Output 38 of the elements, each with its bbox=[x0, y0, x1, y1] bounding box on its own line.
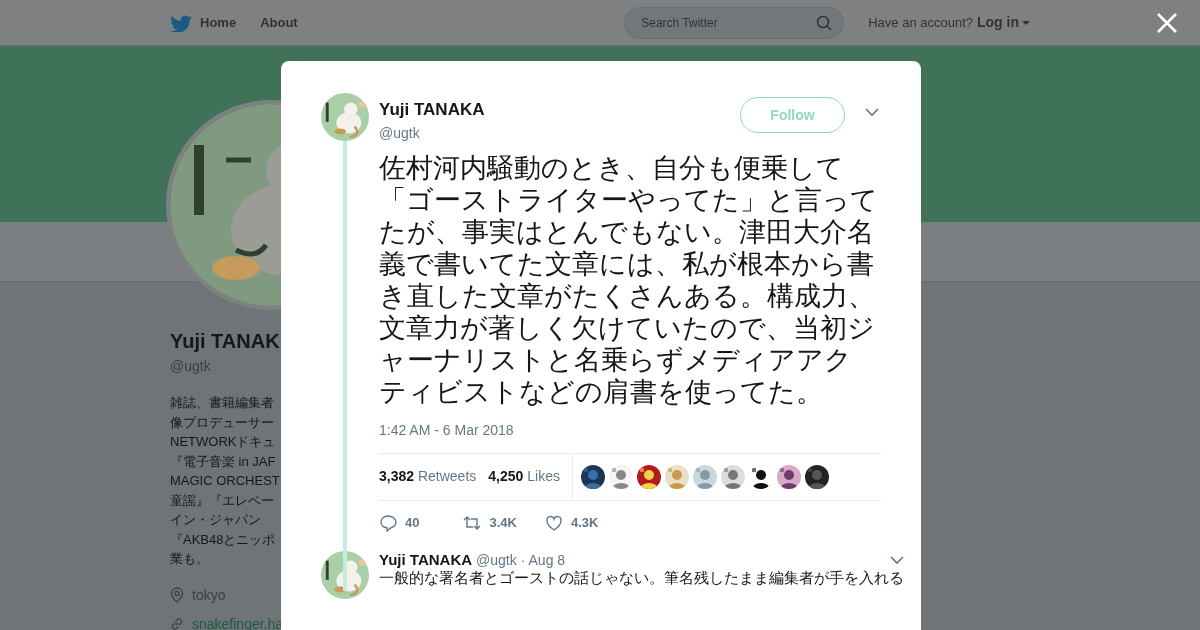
close-icon[interactable] bbox=[1156, 12, 1178, 34]
bio-line: MAGIC ORCHEST bbox=[170, 472, 281, 490]
action-button[interactable]: 4.3K bbox=[544, 512, 599, 533]
tweet-date[interactable]: · Aug 8 bbox=[520, 550, 566, 569]
tweet-text: 佐村河内騒動のとき、自分も便乗して「ゴーストライターやってた」と言ってたが、事実はとんでもない。津田大介名義で書いてた文章には、私が根本から書き直した文章がたくさんある。構成力、文章力が著しく欠けていたので、当初ジャーナリストと名乗らずメディアアクティビストなどの肩書を使ってた。 bbox=[379, 151, 879, 408]
nav-link-item[interactable]: About bbox=[260, 12, 298, 33]
tweet-timestamp[interactable]: 1:42 AM - 6 Mar 2018 bbox=[379, 419, 881, 441]
bio-line: 像プロデューサー bbox=[170, 413, 275, 432]
link-icon bbox=[170, 617, 184, 630]
bird-icon bbox=[170, 13, 192, 32]
login-link[interactable]: Log in bbox=[977, 12, 1030, 33]
bio-line: NETWORKドキュ bbox=[170, 433, 277, 451]
stat-link[interactable]: 3,382 Retweets bbox=[379, 466, 477, 487]
stat-link[interactable]: 4,250 Likes bbox=[488, 466, 560, 487]
reply-text: 一般的な署名者とゴーストの話じゃない。筆名残したまま編集者が手を入れる bbox=[379, 568, 904, 587]
author-handle: @ugtk bbox=[476, 550, 517, 569]
location-pin-icon bbox=[170, 587, 184, 603]
nav-link-item[interactable]: Home bbox=[200, 12, 237, 33]
bio-line: 雑誌、書籍編集者 bbox=[170, 394, 275, 412]
search-icon[interactable] bbox=[816, 14, 833, 31]
author-name[interactable]: Yuji TANAKA bbox=[379, 97, 740, 123]
author-name[interactable]: Yuji TANAKA bbox=[379, 550, 473, 569]
bio-line: イン・ジャパン bbox=[170, 511, 262, 529]
chevron-down-icon[interactable] bbox=[890, 554, 904, 565]
heart-icon bbox=[544, 513, 563, 532]
bio-line: 『電子音楽 in JAF bbox=[170, 452, 277, 471]
action-button[interactable]: 3.4K bbox=[463, 512, 517, 533]
reply-icon bbox=[379, 513, 397, 532]
chevron-down-icon[interactable] bbox=[865, 107, 879, 117]
bio-line: 『AKB48とニッポ bbox=[170, 530, 277, 549]
bio-line: 業も。 bbox=[170, 550, 210, 568]
action-button[interactable]: 40 bbox=[379, 512, 420, 533]
search-field[interactable]: Search Twitter bbox=[624, 6, 845, 39]
author-handle: @ugtk bbox=[379, 123, 421, 143]
caret-icon bbox=[1022, 20, 1030, 25]
bio-line: 童謡』『エレベー bbox=[170, 491, 275, 510]
account-prompt: Have an account? bbox=[868, 13, 973, 32]
profile-name: Yuji TANAK bbox=[170, 329, 281, 354]
